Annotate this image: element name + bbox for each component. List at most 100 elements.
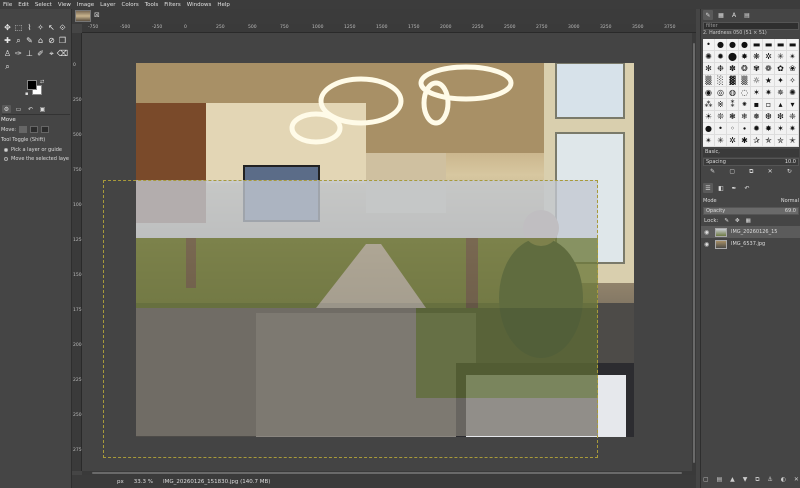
move-selection-mode-button[interactable] xyxy=(30,126,39,133)
brush-icon[interactable]: ✮ xyxy=(775,135,787,147)
brush-icon[interactable]: ✲ xyxy=(763,51,775,63)
brush-icon[interactable]: ▓ xyxy=(727,75,739,87)
patterns-tab-icon[interactable]: ▦ xyxy=(716,10,726,20)
brush-icon[interactable]: ❊ xyxy=(715,111,727,123)
brush-icon[interactable]: ✸ xyxy=(739,51,751,63)
brush-icon[interactable]: ✺ xyxy=(787,87,799,99)
brush-icon[interactable]: ※ xyxy=(715,99,727,111)
brush-icon[interactable]: ✺ xyxy=(703,51,715,63)
brush-grid[interactable]: • ● ● ● ▬ ▬ ▬ ▬ ✺ ✹ ⬤ ✸ ❋ ✲ ✳ ✴ ✻ ❉ ✽ ❂ … xyxy=(703,39,799,147)
new-brush-icon[interactable]: ▢ xyxy=(729,168,735,176)
brush-icon[interactable]: ✴ xyxy=(703,135,715,147)
color-swatches[interactable]: ⇄ ▪ xyxy=(25,79,44,97)
brush-icon[interactable]: ❂ xyxy=(739,63,751,75)
raise-layer-icon[interactable]: ▲ xyxy=(730,476,735,484)
brush-icon[interactable]: ● xyxy=(715,39,727,51)
brush-icon[interactable]: ✸ xyxy=(763,123,775,135)
lasso-tool-icon[interactable]: ⌇ xyxy=(24,21,35,34)
layers-tab-icon[interactable]: ☰ xyxy=(703,183,713,193)
layer-name[interactable]: IMG_20260126_15 xyxy=(731,229,777,235)
move-tool-icon[interactable]: ✥ xyxy=(2,21,13,34)
menu-layer[interactable]: Layer xyxy=(100,2,115,8)
image-canvas[interactable] xyxy=(82,33,696,471)
brush-icon[interactable]: ✯ xyxy=(763,135,775,147)
tool-options-tab-icon[interactable]: ⚙ xyxy=(2,105,11,113)
move-selected-option[interactable]: Move the selected laye xyxy=(1,156,71,162)
brush-icon[interactable]: ⬤ xyxy=(727,51,739,63)
warp-tool-icon[interactable]: ✚ xyxy=(2,34,13,47)
brush-icon[interactable]: ✲ xyxy=(727,135,739,147)
brush-icon[interactable]: ● xyxy=(727,39,739,51)
brush-icon[interactable]: ✦ xyxy=(775,75,787,87)
vertical-scroll-thumb[interactable] xyxy=(693,43,695,463)
brush-icon[interactable]: ✿ xyxy=(775,63,787,75)
color-picker-tool-icon[interactable]: ⌖ xyxy=(46,47,57,60)
brush-icon[interactable]: ◦ xyxy=(727,123,739,135)
brush-icon[interactable]: ✳ xyxy=(715,135,727,147)
refresh-brushes-icon[interactable]: ↻ xyxy=(787,168,792,176)
brush-icon[interactable]: ⁂ xyxy=(703,99,715,111)
brush-icon[interactable]: ✶ xyxy=(775,123,787,135)
brush-icon[interactable]: ▬ xyxy=(751,39,763,51)
brush-icon[interactable]: ▬ xyxy=(787,39,799,51)
paths-tab-icon[interactable]: ✒ xyxy=(729,183,739,193)
brush-icon[interactable]: ✹ xyxy=(751,123,763,135)
vertical-scrollbar[interactable] xyxy=(692,33,696,471)
move-path-mode-button[interactable] xyxy=(41,126,50,133)
menu-help[interactable]: Help xyxy=(217,2,230,8)
menu-view[interactable]: View xyxy=(58,2,71,8)
close-image-icon[interactable]: ⊠ xyxy=(94,11,100,19)
brush-tag-field[interactable]: Basic, xyxy=(703,149,799,157)
edit-brush-icon[interactable]: ✎ xyxy=(710,168,715,176)
duplicate-brush-icon[interactable]: ⧉ xyxy=(749,168,753,176)
eraser-tool-icon[interactable]: ⊘ xyxy=(46,34,57,47)
search-tool-icon[interactable]: ⌕ xyxy=(2,60,13,73)
brush-icon[interactable]: ❀ xyxy=(787,63,799,75)
brush-icon[interactable]: ▒ xyxy=(703,75,715,87)
dodge-tool-icon[interactable]: ♙ xyxy=(2,47,13,60)
opacity-slider[interactable]: Opacity 69.0 xyxy=(703,207,799,215)
brush-icon[interactable]: ✷ xyxy=(763,87,775,99)
brush-icon[interactable]: ❇ xyxy=(775,111,787,123)
brush-icon[interactable]: ✾ xyxy=(751,63,763,75)
brush-icon[interactable]: ✭ xyxy=(787,135,799,147)
brush-icon[interactable]: ❆ xyxy=(763,111,775,123)
mask-layer-icon[interactable]: ◐ xyxy=(781,476,786,484)
brush-icon[interactable]: ✻ xyxy=(703,63,715,75)
lock-alpha-icon[interactable]: ▦ xyxy=(746,218,751,224)
reset-colors-icon[interactable]: ▪ xyxy=(25,91,28,97)
spacing-slider[interactable]: Spacing 10.0 xyxy=(703,158,799,166)
brush-icon[interactable]: ✰ xyxy=(751,135,763,147)
visibility-eye-icon[interactable]: ◉ xyxy=(704,241,711,248)
menu-image[interactable]: Image xyxy=(77,2,94,8)
brush-icon[interactable]: ✵ xyxy=(775,87,787,99)
brush-icon[interactable]: ▴ xyxy=(775,99,787,111)
brush-icon[interactable]: ● xyxy=(739,39,751,51)
menu-colors[interactable]: Colors xyxy=(121,2,138,8)
brush-icon[interactable]: ✴ xyxy=(787,51,799,63)
brush-icon[interactable]: ▾ xyxy=(787,99,799,111)
undo-tab-icon[interactable]: ↶ xyxy=(742,183,752,193)
fonts-tab-icon[interactable]: A xyxy=(729,10,739,20)
menu-windows[interactable]: Windows xyxy=(187,2,212,8)
heal-tool-icon[interactable]: ⌫ xyxy=(57,47,68,60)
brush-icon[interactable]: ⁕ xyxy=(739,99,751,111)
brush-icon[interactable]: ☼ xyxy=(751,75,763,87)
rect-select-tool-icon[interactable]: ⬚ xyxy=(13,21,24,34)
brush-icon[interactable]: ◍ xyxy=(727,87,739,99)
new-group-icon[interactable]: ▤ xyxy=(717,476,723,484)
image-tab-thumbnail[interactable] xyxy=(75,10,91,22)
brush-icon[interactable]: • xyxy=(715,123,727,135)
menu-file[interactable]: File xyxy=(3,2,12,8)
foreground-color[interactable] xyxy=(27,80,37,90)
brush-icon[interactable]: ❈ xyxy=(787,111,799,123)
brush-icon[interactable]: ❄ xyxy=(739,111,751,123)
swap-colors-icon[interactable]: ⇄ xyxy=(40,79,44,85)
brush-icon[interactable]: • xyxy=(703,39,715,51)
brush-icon[interactable]: ☀ xyxy=(703,111,715,123)
delete-layer-icon[interactable]: ✕ xyxy=(794,476,799,484)
brush-icon[interactable]: ▒ xyxy=(739,75,751,87)
brush-icon[interactable]: ✽ xyxy=(727,63,739,75)
brush-icon[interactable]: ✧ xyxy=(787,75,799,87)
crop-tool-icon[interactable]: ↖ xyxy=(46,21,57,34)
